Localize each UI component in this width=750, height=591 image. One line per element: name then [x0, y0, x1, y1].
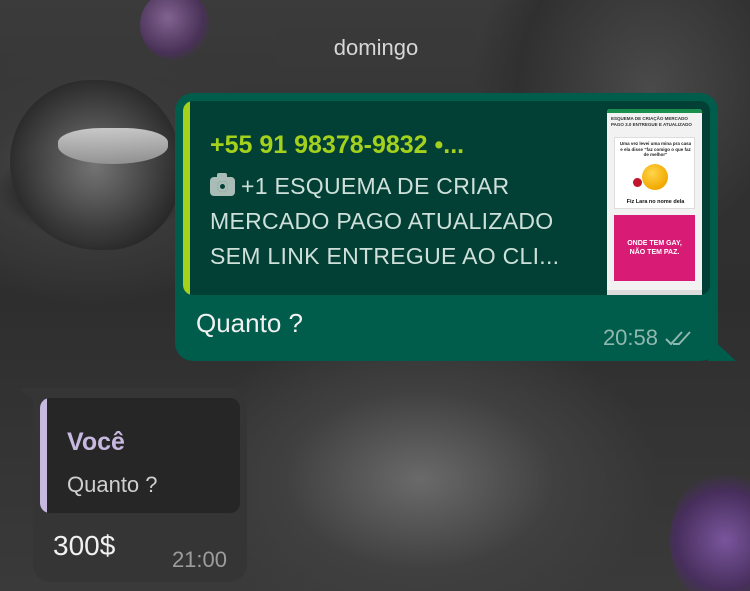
thumbnail-status-bar: [607, 109, 702, 113]
smirk-emoji-icon: [642, 164, 668, 190]
camera-icon: [210, 173, 235, 196]
double-check-icon: [665, 331, 691, 346]
quoted-text-block: +1 ESQUEMA DE CRIAR MERCADO PAGO ATUALIZ…: [210, 169, 605, 274]
date-separator: domingo: [276, 28, 476, 67]
wallpaper-purple-glow: [670, 470, 750, 591]
wallpaper-teeth-art: [58, 128, 168, 164]
quoted-text: Quanto ?: [67, 472, 158, 497]
message-text: 300$: [53, 530, 116, 561]
outgoing-message-bubble[interactable]: +55 91 98378-9832 •... +1 ESQUEMA DE CRI…: [175, 93, 736, 361]
quoted-text: +1 ESQUEMA DE CRIAR MERCADO PAGO ATUALIZ…: [210, 173, 560, 269]
message-meta: 20:58: [603, 325, 698, 351]
quoted-message[interactable]: +55 91 98378-9832 •... +1 ESQUEMA DE CRI…: [183, 101, 710, 295]
quoted-sender: Você: [67, 428, 125, 456]
thumbnail-bottom-bar: [607, 290, 702, 295]
message-time: 20:58: [602, 325, 658, 350]
message-time: 21:00: [171, 547, 227, 572]
thumbnail-caption: ESQUEMA DE CRIAÇÃO MERCADO PAGO 3.0 ENTR…: [611, 116, 692, 127]
quoted-message[interactable]: Você Quanto ?: [40, 398, 240, 513]
wallpaper-nose-art: [140, 0, 210, 60]
thumbnail-pink-card: ONDE TEM GAY, NÃO TEM PAZ.: [614, 215, 695, 281]
rose-icon: [633, 178, 642, 187]
quote-accent-bar: [40, 398, 47, 513]
message-text: Quanto ?: [196, 308, 303, 338]
quoted-image-thumbnail[interactable]: ESQUEMA DE CRIAÇÃO MERCADO PAGO 3.0 ENTR…: [607, 109, 702, 295]
wallpaper-lips-art: [10, 80, 180, 250]
thumbnail-meme-card: Uma vez levei uma mina pra casa e ela di…: [614, 137, 695, 209]
quoted-sender: +55 91 98378-9832 •...: [210, 131, 465, 159]
thumbnail-card-text: Uma vez levei uma mina pra casa e ela di…: [619, 141, 692, 157]
thumbnail-card-footer: Fiz Lara no nome dela: [626, 199, 685, 205]
incoming-message-bubble[interactable]: Você Quanto ? 300$ 21:00: [19, 388, 247, 582]
thumbnail-pink-text: ONDE TEM GAY, NÃO TEM PAZ.: [627, 240, 682, 256]
quote-accent-bar: [183, 101, 190, 295]
